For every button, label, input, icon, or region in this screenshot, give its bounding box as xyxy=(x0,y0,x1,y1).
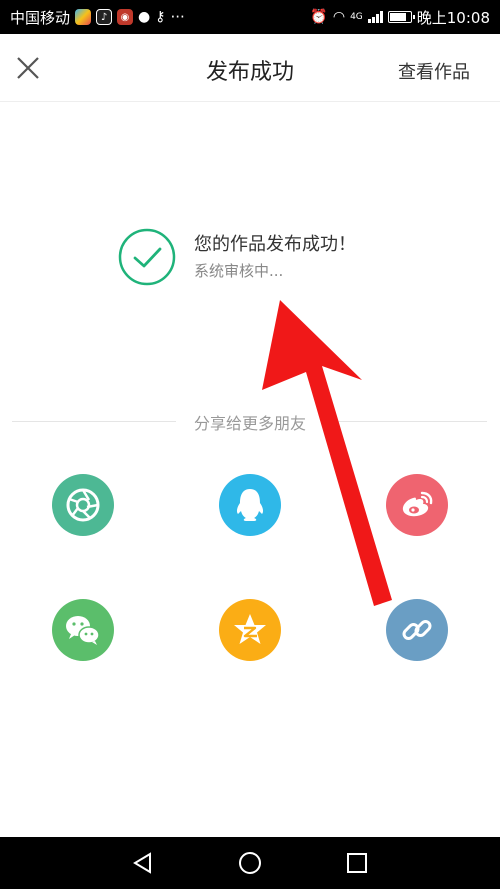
nav-back-button[interactable] xyxy=(128,848,158,878)
share-qzone-button[interactable] xyxy=(219,599,281,661)
annotation-arrow xyxy=(262,300,392,606)
back-triangle-icon xyxy=(133,852,152,874)
share-wechat-button[interactable] xyxy=(52,599,114,661)
status-bar-right: ⏰ ◠ 4G 晚上10:08 xyxy=(310,7,490,28)
share-qq-button[interactable] xyxy=(219,474,281,536)
alarm-icon: ⏰ xyxy=(310,9,328,25)
top-bar: 发布成功 查看作品 xyxy=(0,34,500,102)
view-works-button[interactable]: 查看作品 xyxy=(398,58,470,84)
check-circle-icon xyxy=(118,228,176,286)
success-message: 您的作品发布成功！ xyxy=(194,234,356,255)
recents-square-icon xyxy=(346,853,367,873)
app-badge-icon: ◉ xyxy=(117,9,134,25)
share-label-wrap: 分享给更多朋友 xyxy=(0,410,500,434)
navigation-bar xyxy=(0,837,500,889)
nav-home-button[interactable] xyxy=(235,848,265,878)
status-bar: 中国移动 ♪ ◉ ● ⚷ ··· ⏰ ◠ 4G 晚上10:08 xyxy=(0,0,500,34)
share-label: 分享给更多朋友 xyxy=(175,414,324,433)
home-circle-icon xyxy=(238,852,261,874)
share-weibo-button[interactable] xyxy=(386,474,448,536)
more-notifications: ··· xyxy=(170,8,185,26)
nav-recents-button[interactable] xyxy=(342,848,372,878)
wifi-icon: ◠ xyxy=(332,9,346,25)
status-bar-left: 中国移动 ♪ ◉ ● ⚷ ··· xyxy=(10,7,185,28)
copy-link-button[interactable] xyxy=(386,599,448,661)
penguin-icon xyxy=(236,489,264,521)
carrier-name: 中国移动 xyxy=(10,8,71,27)
clock: 晚上10:08 xyxy=(416,8,490,27)
signal-icon xyxy=(367,11,383,23)
camera-aperture-icon xyxy=(66,488,100,522)
share-moments-button[interactable] xyxy=(52,474,114,536)
wechat-icon xyxy=(66,616,100,645)
publish-success: 您的作品发布成功！ 系统审核中... xyxy=(118,226,418,286)
battery-icon xyxy=(387,11,415,23)
review-status: 系统审核中... xyxy=(194,262,284,280)
weibo-icon xyxy=(402,491,433,517)
link-icon xyxy=(402,620,432,640)
star-icon xyxy=(234,614,266,644)
chat-bubble-icon: ● xyxy=(138,9,151,25)
tiktok-icon: ♪ xyxy=(96,9,113,25)
network-type: 4G xyxy=(350,12,363,22)
app-notification-icon xyxy=(75,9,92,25)
key-icon: ⚷ xyxy=(155,9,166,25)
